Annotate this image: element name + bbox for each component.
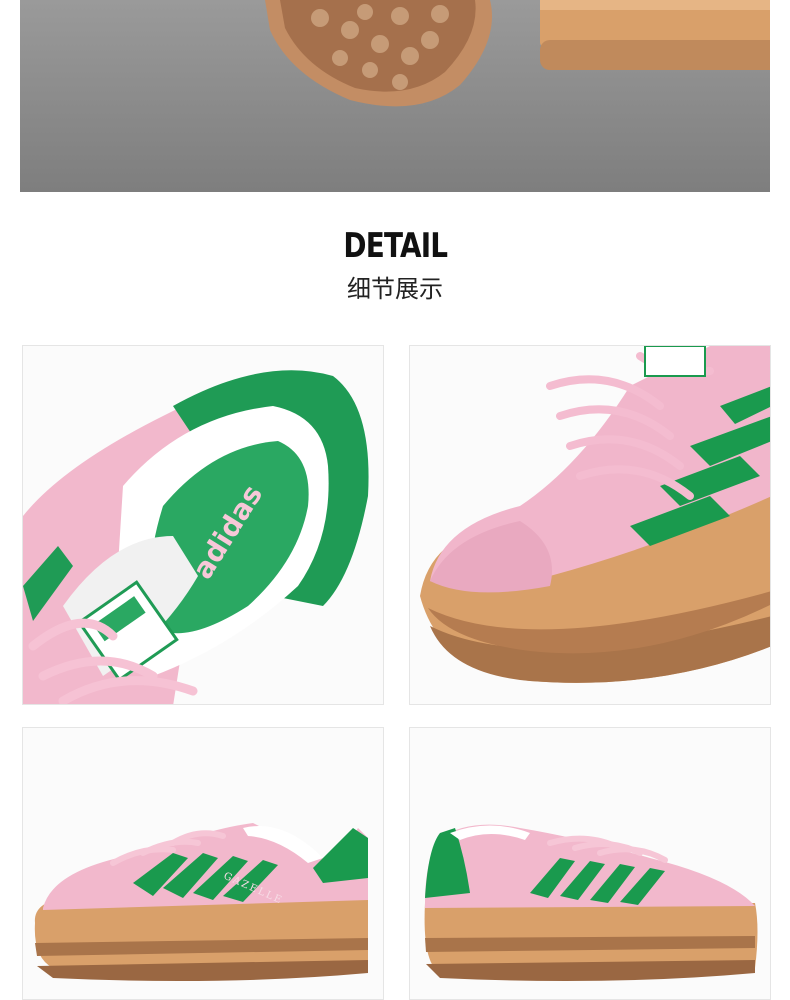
detail-photo-side-lateral: GAZELLE [22, 727, 384, 1000]
detail-photo-toe-stripes [409, 345, 771, 705]
section-heading: DETAIL 细节展示 [0, 222, 790, 306]
detail-photo-insole: adidas [22, 345, 384, 705]
hero-sole-photo [20, 0, 770, 192]
detail-photo-side-medial [409, 727, 771, 1000]
heading-title-en: DETAIL [343, 226, 448, 266]
heading-title-cn: 细节展示 [347, 275, 443, 303]
